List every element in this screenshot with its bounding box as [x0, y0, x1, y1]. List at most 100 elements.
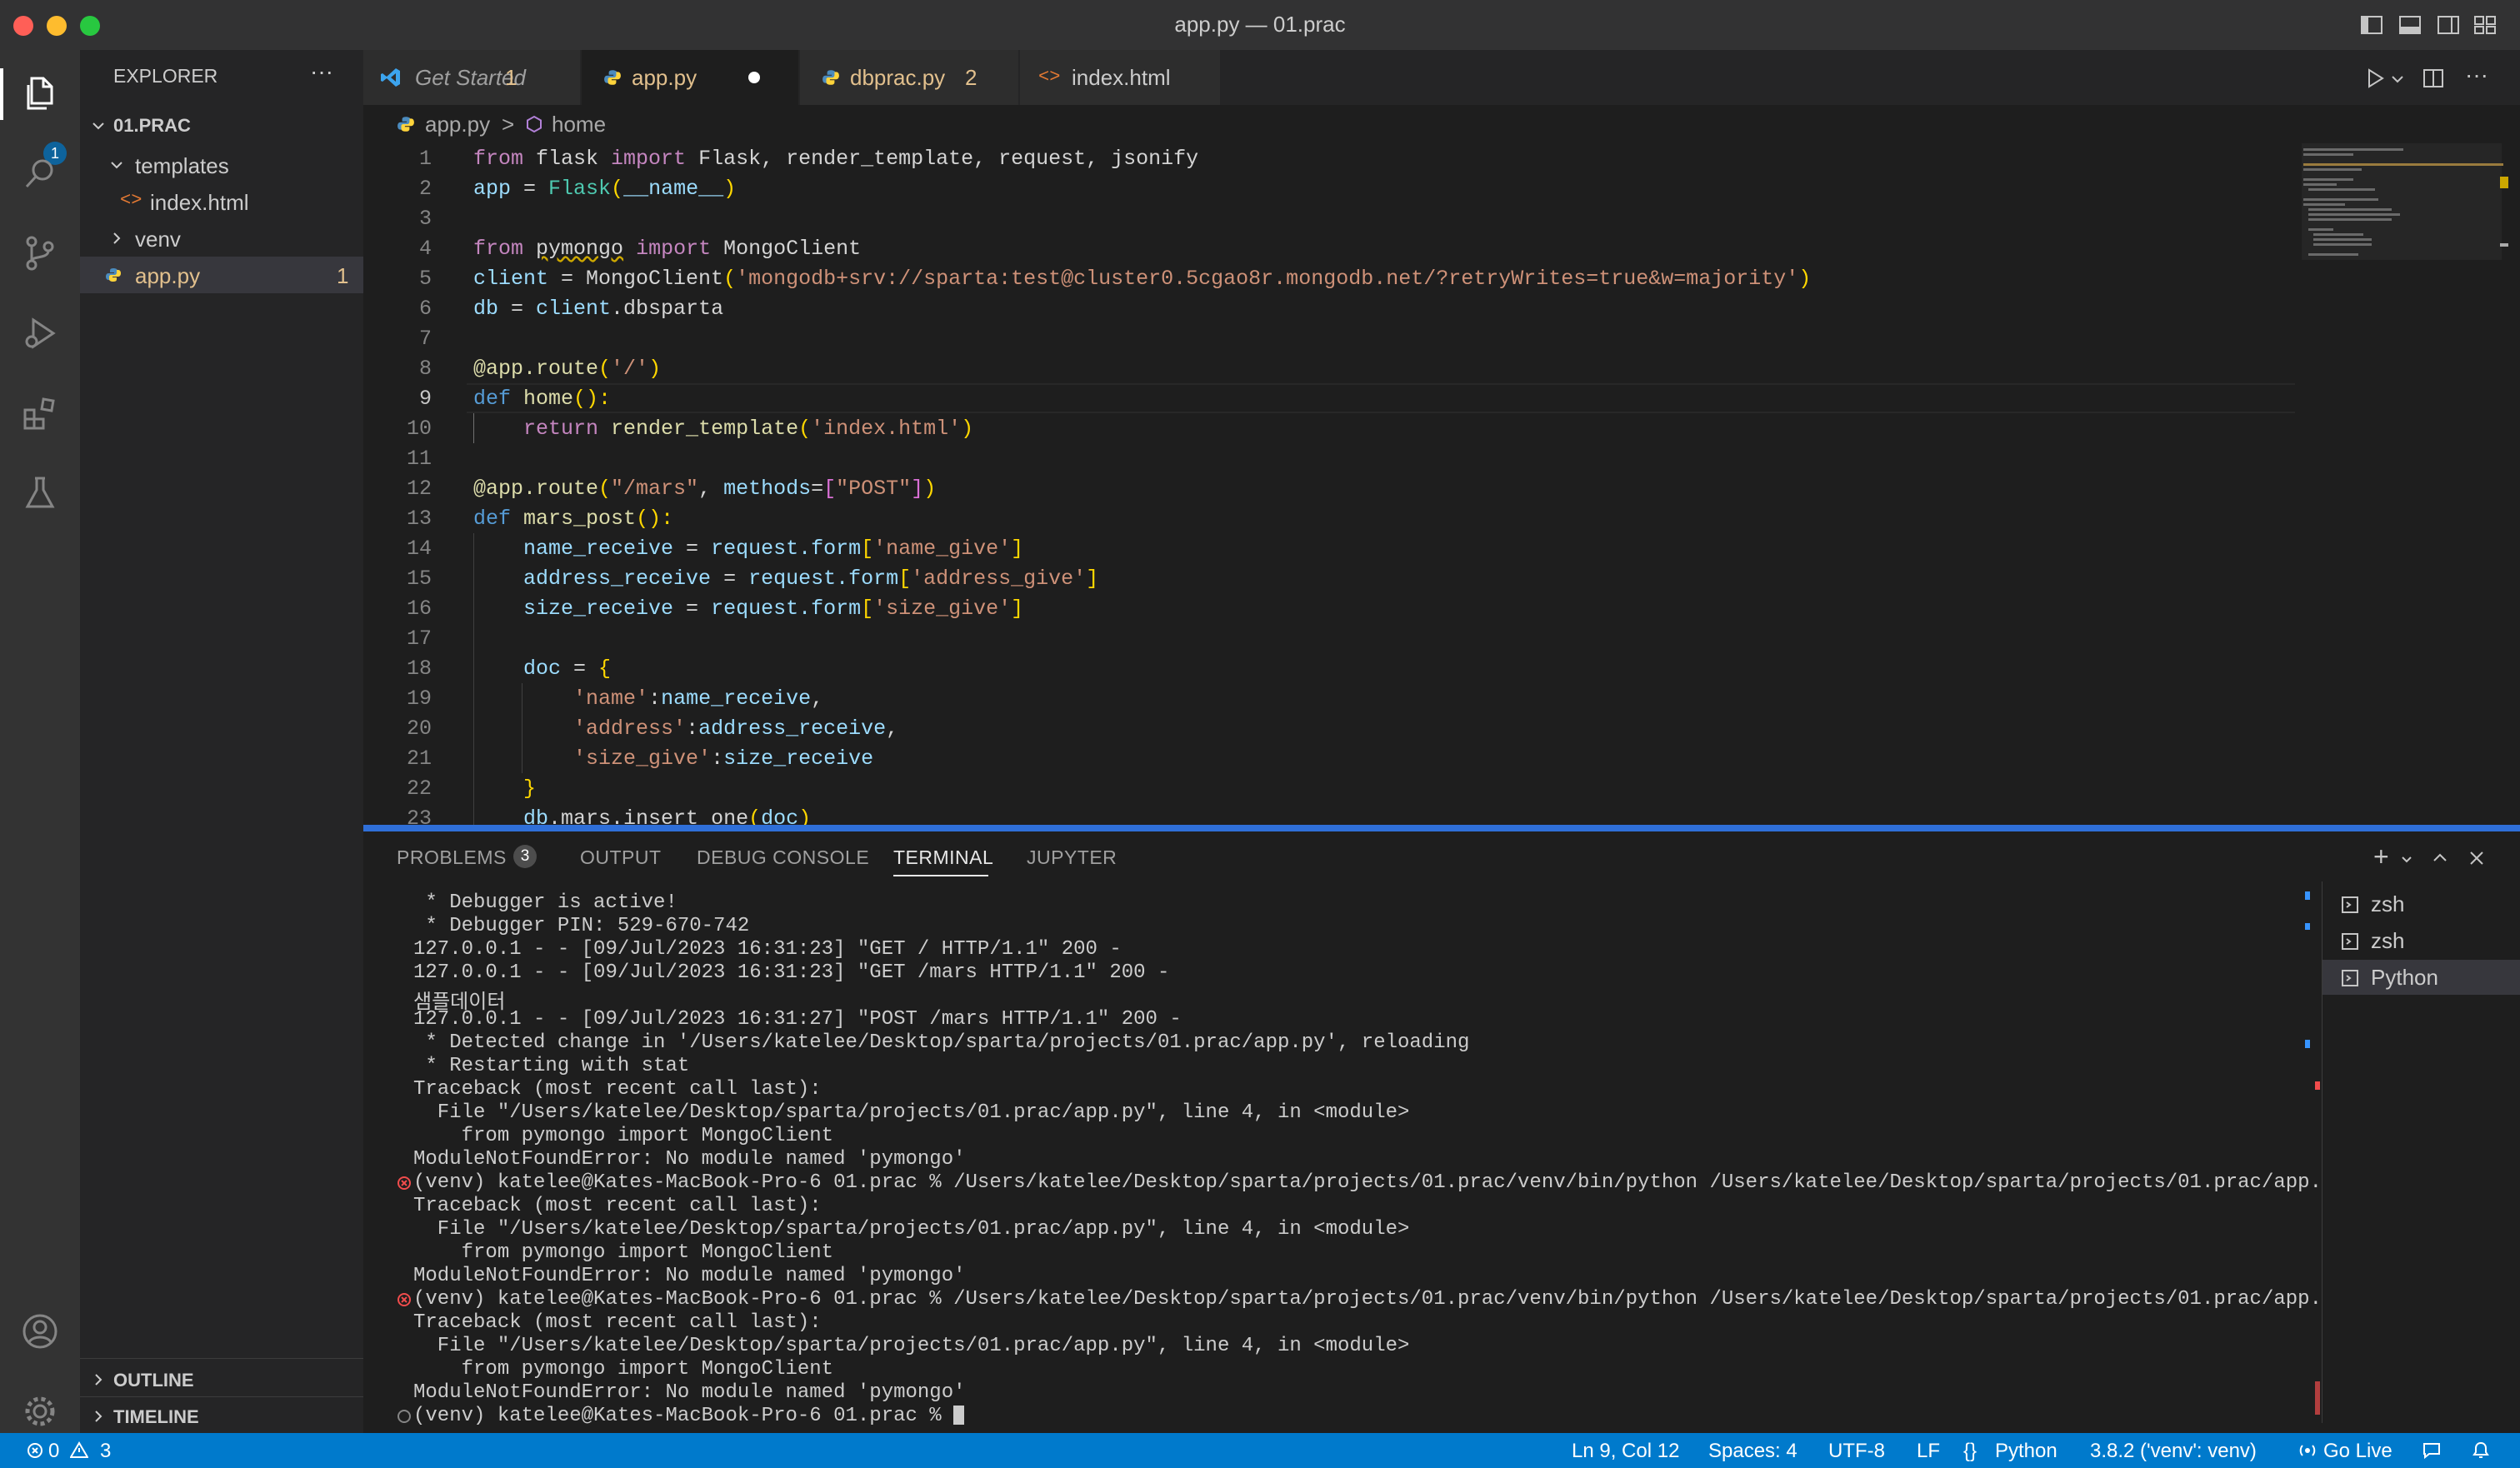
chevron-right-icon [95, 1411, 102, 1422]
tree-item-app-py[interactable]: app.py 1 [80, 257, 363, 293]
chevron-down-icon [111, 162, 122, 169]
command-error-icon[interactable] [397, 1292, 412, 1307]
panel-sash[interactable] [363, 825, 2520, 831]
unsaved-dot-icon[interactable] [748, 72, 760, 83]
terminal-item-zsh[interactable]: zsh [2322, 886, 2520, 921]
python-interpreter[interactable]: 3.8.2 ('venv': venv) [2090, 1440, 2257, 1463]
notifications-bell-icon[interactable] [2472, 1441, 2490, 1461]
terminal-line: Traceback (most recent call last): [413, 1311, 822, 1334]
problems-status[interactable]: 0 3 [22, 1433, 122, 1468]
code-line: 3 [418, 207, 432, 231]
tab-app-py[interactable]: app.py 1 [505, 50, 799, 105]
new-terminal-icon[interactable]: + [2373, 841, 2389, 872]
tree-item-label: venv [135, 227, 181, 252]
timeline-section[interactable]: TIMELINE [80, 1400, 363, 1433]
code-line: 5 client = MongoClient('mongodb+srv://spa… [418, 267, 1812, 291]
tab-index-html[interactable]: <> index.html [1020, 50, 1221, 105]
tab-label: app.py [632, 65, 698, 90]
active-tab-underline [893, 875, 988, 876]
code-line: 18 doc = { [406, 657, 612, 681]
extensions-icon[interactable] [20, 393, 60, 433]
bottom-panel: PROBLEMS 3 OUTPUT DEBUG CONSOLE TERMINAL… [363, 831, 2520, 1433]
terminal-item-label: zsh [2371, 891, 2405, 916]
code-line: 12 @app.route("/mars", methods=["POST"]) [406, 477, 937, 501]
chevron-right-icon [113, 232, 121, 244]
problem-count-badge: 1 [337, 263, 349, 288]
tree-item-templates[interactable]: templates [80, 147, 363, 183]
source-control-icon[interactable] [20, 233, 60, 273]
explorer-header: EXPLORER [113, 65, 218, 87]
terminal-output[interactable]: * Debugger is active! * Debugger PIN: 52… [397, 891, 2322, 1425]
tab-problems[interactable]: PROBLEMS 3 [363, 831, 547, 881]
tab-label: dbprac.py [850, 65, 946, 90]
maximize-panel-icon[interactable] [2430, 848, 2450, 868]
tab-jupyter[interactable]: JUPYTER [1027, 846, 1117, 869]
explorer-icon[interactable] [20, 73, 60, 113]
encoding[interactable]: UTF-8 [1828, 1440, 1885, 1463]
tab-debug-console[interactable]: DEBUG CONSOLE [697, 846, 869, 869]
toggle-panel-icon[interactable] [2398, 15, 2422, 35]
tab-get-started[interactable]: Get Started [363, 50, 581, 105]
code-line: 6 db = client.dbsparta [418, 297, 724, 321]
toggle-primary-sidebar-icon[interactable] [2360, 15, 2383, 35]
code-line: 14 name_receive = request.form['name_giv… [406, 537, 1024, 561]
indentation[interactable]: Spaces: 4 [1708, 1440, 1798, 1463]
close-panel-icon[interactable] [2467, 848, 2487, 868]
code-line: 19 'name':name_receive, [406, 687, 824, 711]
folder-root[interactable]: 01.PRAC [80, 110, 363, 143]
feedback-icon[interactable] [2422, 1441, 2442, 1460]
more-editor-actions-icon[interactable]: ··· [2465, 62, 2488, 88]
terminal-line: ModuleNotFoundError: No module named 'py… [413, 1381, 966, 1404]
search-icon[interactable] [20, 153, 60, 193]
terminal-line: * Debugger PIN: 529-670-742 [413, 915, 750, 937]
code-line: 23 db.mars.insert_one(doc) [406, 806, 812, 825]
tab-dbprac-py[interactable]: dbprac.py 2 [800, 50, 1019, 105]
split-editor-icon[interactable] [2422, 67, 2445, 90]
timeline-label: TIMELINE [113, 1406, 199, 1427]
command-error-icon[interactable] [397, 1176, 412, 1191]
terminal-item-zsh-2[interactable]: zsh [2322, 923, 2520, 958]
language-mode[interactable]: {} Python [1963, 1433, 2063, 1468]
terminal-icon [2342, 933, 2358, 950]
editor-tab-bar: Get Started app.py 1 dbprac.py 2 <> inde… [363, 50, 2520, 105]
tree-item-index-html[interactable]: <> index.html [80, 183, 363, 220]
outline-section[interactable]: OUTLINE [80, 1363, 363, 1396]
code-line: 21 'size_give':size_receive [406, 746, 874, 771]
account-icon[interactable] [20, 1311, 60, 1351]
more-actions-button[interactable]: ··· [310, 58, 333, 85]
warning-count: 3 [100, 1440, 112, 1462]
toggle-secondary-sidebar-icon[interactable] [2437, 15, 2460, 35]
tree-item-venv[interactable]: venv [80, 220, 363, 257]
breadcrumb-file[interactable]: app.py [425, 112, 490, 137]
customize-layout-icon[interactable] [2473, 15, 2497, 35]
html-file-icon: <> [120, 190, 142, 211]
terminal-line: (venv) katelee@Kates-MacBook-Pro-6 01.pr… [413, 1288, 2322, 1311]
chevron-down-icon[interactable] [2400, 853, 2413, 866]
end-of-line[interactable]: LF [1917, 1440, 1940, 1463]
run-python-file-icon[interactable] [2363, 67, 2387, 90]
code-line: 7 [418, 327, 432, 351]
python-file-icon [398, 117, 414, 132]
tab-output[interactable]: OUTPUT [580, 846, 662, 869]
go-live-label: Go Live [2323, 1440, 2392, 1462]
terminal-line: 127.0.0.1 - - [09/Jul/2023 16:31:27] "PO… [413, 1008, 1182, 1031]
code-line: 16 size_receive = request.form['size_giv… [406, 597, 1024, 621]
code-editor[interactable]: 1 from flask import Flask, render_templat… [363, 143, 2295, 825]
terminal-item-python[interactable]: Python [2322, 960, 2520, 995]
cursor-position[interactable]: Ln 9, Col 12 [1572, 1440, 1679, 1463]
minimap[interactable] [2295, 143, 2512, 825]
terminal-line: 127.0.0.1 - - [09/Jul/2023 16:31:23] "GE… [413, 938, 1122, 961]
testing-icon[interactable] [20, 473, 60, 513]
settings-gear-icon[interactable] [20, 1391, 60, 1431]
command-pending-icon[interactable] [397, 1409, 412, 1424]
outline-label: OUTLINE [113, 1370, 194, 1391]
code-line: 1 from flask import Flask, render_templat… [418, 147, 1199, 171]
chevron-right-icon [95, 1374, 102, 1386]
go-live-button[interactable]: Go Live [2295, 1433, 2403, 1468]
tree-item-label: index.html [150, 190, 249, 215]
breadcrumb-symbol[interactable]: home [552, 112, 606, 137]
chevron-down-icon[interactable] [2390, 72, 2405, 87]
run-debug-icon[interactable] [20, 313, 60, 353]
title-bar: app.py — 01.prac [0, 0, 2520, 51]
tab-terminal[interactable]: TERMINAL [893, 846, 993, 869]
